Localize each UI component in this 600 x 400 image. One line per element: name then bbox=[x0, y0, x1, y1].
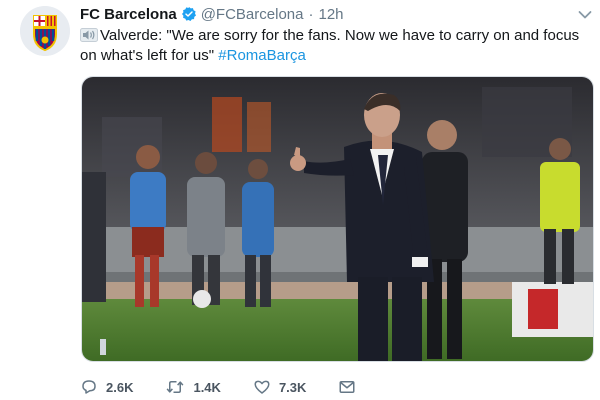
author-name[interactable]: FC Barcelona bbox=[80, 6, 177, 23]
retweet-count: 1.4K bbox=[193, 379, 221, 395]
like-count: 7.3K bbox=[278, 379, 307, 395]
hashtag-link[interactable]: #RomaBarça bbox=[218, 47, 306, 64]
tweet-text: Valverde: "We are sorry for the fans. No… bbox=[80, 26, 580, 66]
reply-icon bbox=[82, 380, 96, 394]
retweet-icon bbox=[167, 381, 184, 393]
envelope-icon bbox=[339, 381, 355, 393]
match-photo bbox=[82, 77, 593, 361]
tweet-timestamp[interactable]: 12h bbox=[318, 6, 343, 23]
heart-icon bbox=[254, 380, 270, 394]
tweet-body: Valverde: "We are sorry for the fans. No… bbox=[80, 27, 580, 64]
tweet-header: FC Barcelona @FCBarcelona · 12h bbox=[80, 4, 344, 24]
direct-message-button[interactable] bbox=[338, 378, 364, 396]
tweet[interactable]: FC Barcelona @FCBarcelona · 12h Valverde… bbox=[0, 0, 600, 400]
avatar[interactable] bbox=[20, 6, 70, 56]
verified-badge-icon bbox=[181, 7, 196, 21]
tweet-photo[interactable] bbox=[81, 76, 594, 362]
reply-button[interactable]: 2.6K bbox=[80, 378, 133, 396]
separator-dot: · bbox=[308, 5, 314, 23]
author-handle[interactable]: @FCBarcelona bbox=[201, 6, 304, 23]
chevron-down-icon[interactable] bbox=[578, 10, 592, 20]
reply-count: 2.6K bbox=[106, 379, 134, 395]
like-button[interactable]: 7.3K bbox=[253, 378, 306, 396]
speaker-icon bbox=[80, 28, 98, 42]
fcb-crest-icon bbox=[20, 6, 70, 56]
tweet-actions: 2.6K 1.4K 7.3K bbox=[80, 376, 396, 398]
retweet-button[interactable]: 1.4K bbox=[165, 378, 221, 396]
